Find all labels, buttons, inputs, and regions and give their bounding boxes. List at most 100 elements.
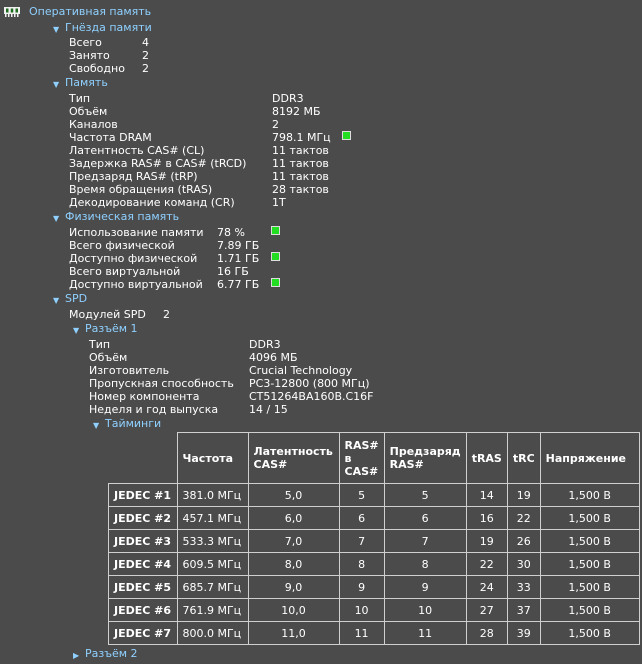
expand-memory-chevron-down-icon[interactable]: ▼	[53, 80, 59, 89]
expand-timings-chevron-down-icon[interactable]: ▼	[93, 421, 99, 430]
timings-cell-rcd: 6	[338, 506, 385, 530]
section-slot-1[interactable]: Разъём 1	[85, 322, 138, 335]
dram-frequency-indicator-icon	[342, 131, 351, 140]
total-virtual-value: 16 ГБ	[217, 265, 249, 278]
timings-cell-frequency: 685.7 МГц	[176, 575, 249, 599]
total-physical-value: 7.89 ГБ	[217, 239, 260, 252]
slot1-manufacturer-label: Изготовитель	[89, 364, 170, 377]
ram-module-icon	[4, 7, 20, 17]
section-memory-slots[interactable]: Гнёзда памяти	[65, 21, 152, 34]
timings-cell-trc: 39	[506, 621, 541, 645]
available-physical-label: Доступно физической	[69, 252, 198, 265]
slot1-size-value: 4096 МБ	[249, 351, 298, 364]
timings-row-label: JEDEC #3	[108, 529, 178, 553]
col-header-rcd: RAS# в CAS#	[338, 432, 385, 484]
memory-usage-indicator-icon	[271, 226, 280, 235]
slot1-bandwidth-value: PC3-12800 (800 МГц)	[249, 377, 370, 390]
slots-used-value: 2	[142, 49, 149, 62]
timings-row-label: JEDEC #2	[108, 506, 178, 530]
spd-modules-value: 2	[163, 308, 170, 321]
timings-cell-rcd: 8	[338, 552, 385, 576]
memory-type-value: DDR3	[272, 92, 304, 105]
section-memory[interactable]: Память	[65, 76, 108, 89]
timings-cell-trc: 30	[506, 552, 541, 576]
tras-label: Время обращения (tRAS)	[69, 183, 213, 196]
available-physical-indicator-icon	[271, 252, 280, 261]
expand-slots-chevron-down-icon[interactable]: ▼	[53, 25, 59, 34]
memory-usage-value: 78 %	[217, 226, 245, 239]
col-header-voltage: Напряжение	[539, 432, 640, 484]
timings-cell-tras: 16	[465, 506, 508, 530]
timings-row: JEDEC #5 685.7 МГц 9,0 9 9 24 33 1,500 В	[108, 575, 640, 599]
memory-channels-label: Каналов	[69, 118, 118, 131]
trp-value: 11 тактов	[272, 170, 329, 183]
slot1-size-label: Объём	[89, 351, 128, 364]
timings-cell-rcd: 9	[338, 575, 385, 599]
timings-row-label: JEDEC #6	[108, 598, 178, 622]
expand-slot1-chevron-down-icon[interactable]: ▼	[73, 326, 79, 335]
root-node-ram[interactable]: Оперативная память	[29, 5, 151, 18]
timings-row: JEDEC #6 761.9 МГц 10,0 10 10 27 37 1,500 В	[108, 598, 640, 622]
timings-row: JEDEC #3 533.3 МГц 7,0 7 7 19 26 1,500 В	[108, 529, 640, 553]
timings-cell-rcd: 11	[338, 621, 385, 645]
dram-frequency-label: Частота DRAM	[69, 131, 152, 144]
timings-cell-frequency: 609.5 МГц	[176, 552, 249, 576]
command-rate-value: 1T	[272, 196, 286, 209]
timings-row-label: JEDEC #1	[108, 483, 178, 507]
section-spd[interactable]: SPD	[65, 292, 87, 305]
slots-used-label: Занято	[69, 49, 110, 62]
timings-cell-trc: 19	[506, 483, 541, 507]
section-physical-memory[interactable]: Физическая память	[65, 210, 179, 223]
tras-value: 28 тактов	[272, 183, 329, 196]
timings-row: JEDEC #2 457.1 МГц 6,0 6 6 16 22 1,500 В	[108, 506, 640, 530]
slots-free-value: 2	[142, 62, 149, 75]
timings-cell-rp: 6	[383, 506, 467, 530]
memory-usage-label: Использование памяти	[69, 226, 204, 239]
memory-channels-value: 2	[272, 118, 279, 131]
timings-cell-cas-latency: 11,0	[247, 621, 340, 645]
timings-row: JEDEC #4 609.5 МГц 8,0 8 8 22 30 1,500 В	[108, 552, 640, 576]
expand-slot2-chevron-right-icon[interactable]: ▶	[73, 651, 79, 660]
timings-cell-voltage: 1,500 В	[539, 552, 640, 576]
timings-table: Частота Латентность CAS# RAS# в CAS# Пре…	[108, 432, 640, 645]
trp-label: Предзаряд RAS# (tRP)	[69, 170, 198, 183]
timings-cell-voltage: 1,500 В	[539, 621, 640, 645]
timings-cell-tras: 24	[465, 575, 508, 599]
total-virtual-label: Всего виртуальной	[69, 265, 181, 278]
timings-cell-frequency: 533.3 МГц	[176, 529, 249, 553]
section-slot-2[interactable]: Разъём 2	[85, 647, 138, 660]
timings-cell-trc: 22	[506, 506, 541, 530]
slot1-manufacturer-value: Crucial Technology	[249, 364, 353, 377]
timings-cell-tras: 22	[465, 552, 508, 576]
slots-total-label: Всего	[69, 36, 102, 49]
timings-cell-frequency: 800.0 МГц	[176, 621, 249, 645]
timings-cell-frequency: 761.9 МГц	[176, 598, 249, 622]
memory-size-label: Объём	[69, 105, 108, 118]
slots-free-label: Свободно	[69, 62, 125, 75]
available-virtual-label: Доступно виртуальной	[69, 278, 203, 291]
expand-physical-chevron-down-icon[interactable]: ▼	[53, 214, 59, 223]
timings-cell-tras: 14	[465, 483, 508, 507]
timings-cell-rcd: 7	[338, 529, 385, 553]
timings-header-row: Частота Латентность CAS# RAS# в CAS# Пре…	[108, 432, 640, 484]
timings-cell-trc: 26	[506, 529, 541, 553]
col-header-cas-latency: Латентность CAS#	[247, 432, 340, 484]
timings-cell-frequency: 457.1 МГц	[176, 506, 249, 530]
timings-cell-tras: 19	[465, 529, 508, 553]
memory-type-label: Тип	[69, 92, 91, 105]
expand-spd-chevron-down-icon[interactable]: ▼	[53, 296, 59, 305]
timings-cell-rp: 9	[383, 575, 467, 599]
available-virtual-value: 6.77 ГБ	[217, 278, 260, 291]
slots-total-value: 4	[142, 36, 149, 49]
section-timings[interactable]: Тайминги	[105, 417, 161, 430]
timings-cell-rcd: 5	[338, 483, 385, 507]
timings-cell-rp: 7	[383, 529, 467, 553]
timings-cell-cas-latency: 7,0	[247, 529, 340, 553]
slot1-manufacture-date-value: 14 / 15	[249, 403, 288, 416]
timings-cell-frequency: 381.0 МГц	[176, 483, 249, 507]
timings-cell-voltage: 1,500 В	[539, 483, 640, 507]
timings-row-label: JEDEC #5	[108, 575, 178, 599]
col-header-frequency: Частота	[176, 432, 249, 484]
slot1-manufacture-date-label: Неделя и год выпуска	[89, 403, 219, 416]
timings-cell-rp: 10	[383, 598, 467, 622]
